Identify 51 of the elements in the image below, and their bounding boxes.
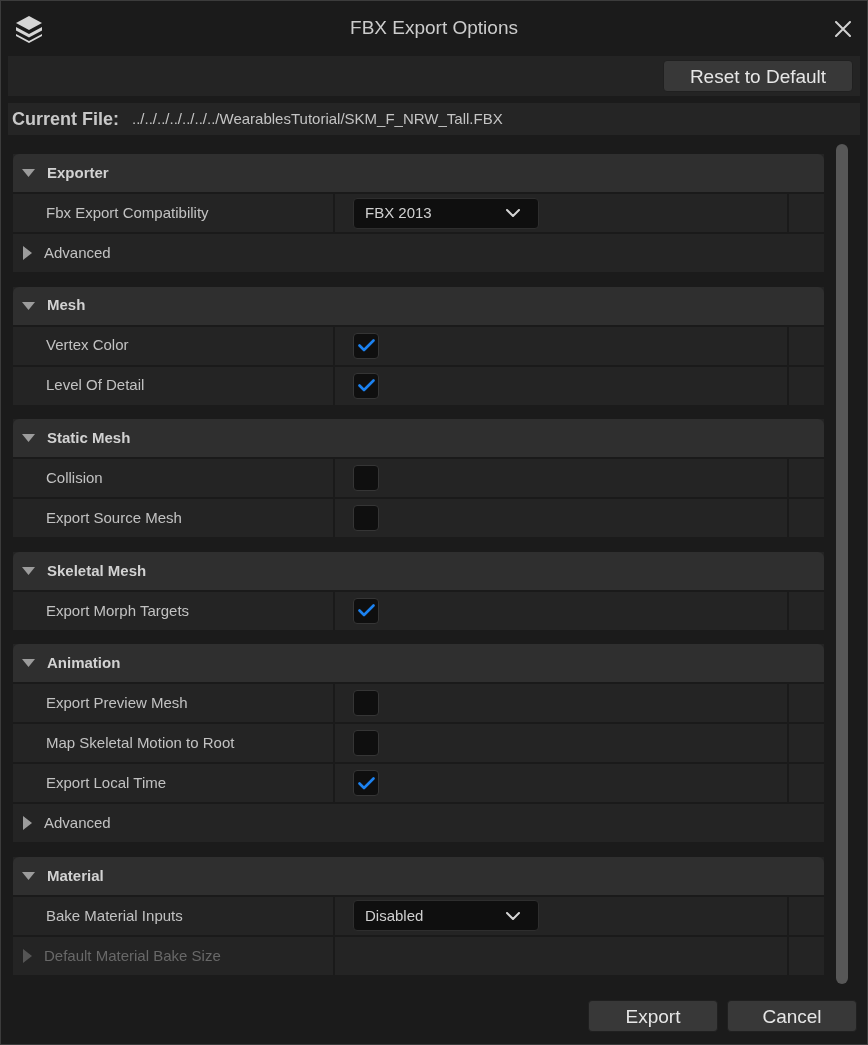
section-header[interactable]: Animation xyxy=(13,644,824,683)
layers-icon xyxy=(15,14,43,43)
property-label: Fbx Export Compatibility xyxy=(46,202,209,223)
current-file-label: Current File: xyxy=(12,107,119,131)
export-button[interactable]: Export xyxy=(588,1000,718,1032)
file-path: ../../../../../../../WearablesTutorial/SKM_F_NRW_Tall.FBX xyxy=(132,108,503,129)
section-header[interactable]: Material xyxy=(13,856,824,895)
close-button[interactable] xyxy=(833,18,853,39)
section-header[interactable]: Skeletal Mesh xyxy=(13,551,824,590)
property-label: Default Material Bake Size xyxy=(44,945,221,966)
property-label: Export Morph Targets xyxy=(46,600,190,621)
property-label: Advanced xyxy=(44,242,111,263)
checkbox[interactable] xyxy=(353,730,379,757)
property-label: Map Skeletal Motion to Root xyxy=(46,733,235,754)
close-icon xyxy=(835,20,851,37)
reset-to-default-button[interactable]: Reset to Default xyxy=(663,60,853,92)
property-label: Export Source Mesh xyxy=(46,507,182,528)
section-header[interactable]: Mesh xyxy=(13,286,824,325)
section-title: Static Mesh xyxy=(47,427,131,448)
checkmark-icon xyxy=(357,339,375,353)
chevron-down-icon xyxy=(506,209,520,217)
property-label: Level Of Detail xyxy=(46,375,145,396)
checkbox[interactable] xyxy=(353,465,379,492)
checkbox[interactable] xyxy=(353,372,379,399)
checkmark-icon xyxy=(357,604,375,618)
property-label: Export Local Time xyxy=(46,773,167,794)
chevron-down-icon xyxy=(506,911,520,920)
dropdown[interactable]: FBX 2013 xyxy=(353,197,539,229)
checkbox[interactable] xyxy=(353,770,379,797)
property-label: Vertex Color xyxy=(46,335,129,356)
section-header[interactable]: Static Mesh xyxy=(13,419,824,458)
property-label: Bake Material Inputs xyxy=(46,905,183,926)
property-label: Export Preview Mesh xyxy=(46,693,188,714)
window-title: FBX Export Options xyxy=(350,16,518,41)
checkmark-icon xyxy=(357,379,375,393)
section-title: Material xyxy=(47,865,104,886)
property-label: Advanced xyxy=(44,813,111,834)
dropdown[interactable]: Disabled xyxy=(353,900,539,932)
checkmark-icon xyxy=(357,776,375,790)
checkbox[interactable] xyxy=(353,690,379,717)
checkbox[interactable] xyxy=(353,597,379,624)
checkbox[interactable] xyxy=(353,332,379,359)
section-header[interactable]: Exporter xyxy=(13,154,824,192)
section-title: Skeletal Mesh xyxy=(47,560,147,581)
cancel-button[interactable]: Cancel xyxy=(727,1000,857,1032)
property-label: Collision xyxy=(46,467,103,488)
checkbox[interactable] xyxy=(353,505,379,532)
section-title: Exporter xyxy=(47,162,109,183)
scrollbar-thumb[interactable] xyxy=(836,144,848,984)
section-title: Animation xyxy=(47,653,121,674)
section-title: Mesh xyxy=(47,295,86,316)
